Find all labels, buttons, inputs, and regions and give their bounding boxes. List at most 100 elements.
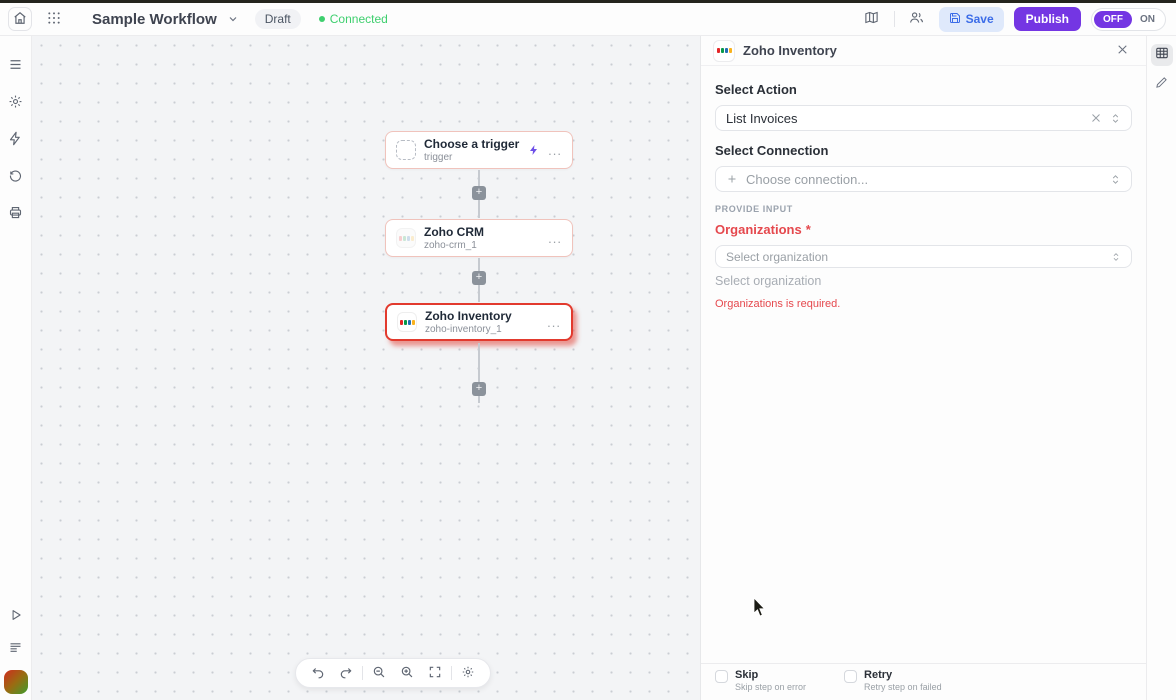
node-zoho-inventory[interactable]: Zoho Inventory zoho-inventory_1 ... [385,303,573,341]
printer-icon [8,205,23,223]
logs-button[interactable] [4,637,28,661]
zoom-out-button[interactable] [367,661,391,685]
node-title: Zoho Inventory [425,309,539,324]
canvas-settings-button[interactable] [456,661,480,685]
node-menu-button[interactable]: ... [547,315,561,330]
node-title: Zoho CRM [424,225,540,240]
apps-grid-button[interactable] [42,7,66,31]
off-on-toggle[interactable]: OFF ON [1091,8,1166,31]
add-step-button[interactable]: + [472,271,486,285]
top-bar: Sample Workflow Draft Connected Save Pub… [0,3,1176,36]
add-step-button[interactable]: + [472,186,486,200]
list-icon [8,640,23,658]
chevron-updown-icon [1110,173,1121,186]
skip-description: Skip step on error [735,682,806,694]
retry-checkbox[interactable] [844,670,857,683]
action-value: List Invoices [726,111,1082,126]
undo-icon [311,665,325,682]
close-panel-button[interactable] [1110,39,1134,63]
zoho-crm-icon [396,228,416,248]
workflow-canvas[interactable]: Choose a trigger trigger ... + Zoho CRM … [32,36,700,700]
connected-dot-icon [319,16,325,22]
map-icon [864,10,879,28]
select-action-label: Select Action [715,82,1132,97]
runs-button[interactable] [4,202,28,226]
add-step-button[interactable]: + [472,382,486,396]
run-button[interactable] [4,604,28,628]
redo-icon [339,665,353,682]
fit-view-icon [428,665,442,682]
map-button[interactable] [860,7,884,31]
action-select[interactable]: List Invoices [715,105,1132,131]
connection-status: Connected [319,12,388,26]
trigger-placeholder-icon [396,140,416,160]
toggle-on-option[interactable]: ON [1132,11,1163,28]
organizations-error-text: Organizations is required. [715,298,1132,310]
pencil-icon [1155,76,1168,94]
zoom-in-button[interactable] [395,661,419,685]
table-icon [1155,46,1169,65]
chevron-updown-icon [1111,251,1121,263]
right-rail [1146,36,1176,700]
divider [894,11,895,27]
zoom-in-icon [400,665,414,682]
users-icon [909,10,924,28]
flows-button[interactable] [4,128,28,152]
home-button[interactable] [8,7,32,31]
zoho-inventory-icon [397,312,417,332]
bolt-icon [528,144,540,156]
connected-label: Connected [330,12,388,26]
clear-icon[interactable] [1090,112,1102,124]
step-settings-panel: Zoho Inventory Select Action List Invoic… [700,36,1146,700]
toggle-off-option[interactable]: OFF [1094,11,1132,28]
skip-checkbox[interactable] [715,670,728,683]
draft-status-badge: Draft [255,9,301,29]
chevron-down-icon[interactable] [227,13,239,25]
node-menu-button[interactable]: ... [548,231,562,246]
undo-button[interactable] [306,661,330,685]
organizations-label: Organizations* [715,222,1132,237]
connection-select[interactable]: Choose connection... [715,166,1132,192]
apps-grid-icon [47,11,61,28]
node-subtitle: zoho-inventory_1 [425,324,539,336]
select-connection-label: Select Connection [715,143,1132,158]
play-icon [9,608,23,625]
chevron-updown-icon [1110,112,1121,125]
workflow-title[interactable]: Sample Workflow [92,11,217,28]
settings-button[interactable] [4,91,28,115]
skip-label: Skip [735,669,806,682]
required-asterisk: * [806,222,811,237]
node-subtitle: trigger [424,152,520,164]
zoho-inventory-icon [713,40,735,62]
user-avatar[interactable] [4,670,28,694]
node-menu-button[interactable]: ... [548,143,562,158]
edit-tab[interactable] [1151,74,1173,96]
menu-icon [8,57,23,75]
panel-title: Zoho Inventory [743,43,1102,58]
home-icon [13,11,27,28]
panel-header: Zoho Inventory [701,36,1146,66]
node-zoho-crm[interactable]: Zoho CRM zoho-crm_1 ... [385,219,573,257]
retry-label: Retry [864,669,942,682]
gear-icon [8,94,23,112]
menu-button[interactable] [4,54,28,78]
history-button[interactable] [4,165,28,189]
data-table-tab[interactable] [1151,44,1173,66]
node-subtitle: zoho-crm_1 [424,240,540,252]
publish-button[interactable]: Publish [1014,7,1081,31]
canvas-toolbar [295,658,491,688]
save-button[interactable]: Save [939,7,1004,32]
organizations-helper-text: Select organization [715,274,1132,288]
organizations-select[interactable]: Select organization [715,245,1132,268]
retry-description: Retry step on failed [864,682,942,694]
node-choose-trigger[interactable]: Choose a trigger trigger ... [385,131,573,169]
zoom-out-icon [372,665,386,682]
skip-option[interactable]: Skip Skip step on error [715,669,806,694]
close-icon [1116,43,1129,59]
provide-input-label: PROVIDE INPUT [715,204,1132,214]
fit-view-button[interactable] [423,661,447,685]
collaborators-button[interactable] [905,7,929,31]
retry-option[interactable]: Retry Retry step on failed [844,669,942,694]
node-title: Choose a trigger [424,137,520,152]
redo-button[interactable] [334,661,358,685]
